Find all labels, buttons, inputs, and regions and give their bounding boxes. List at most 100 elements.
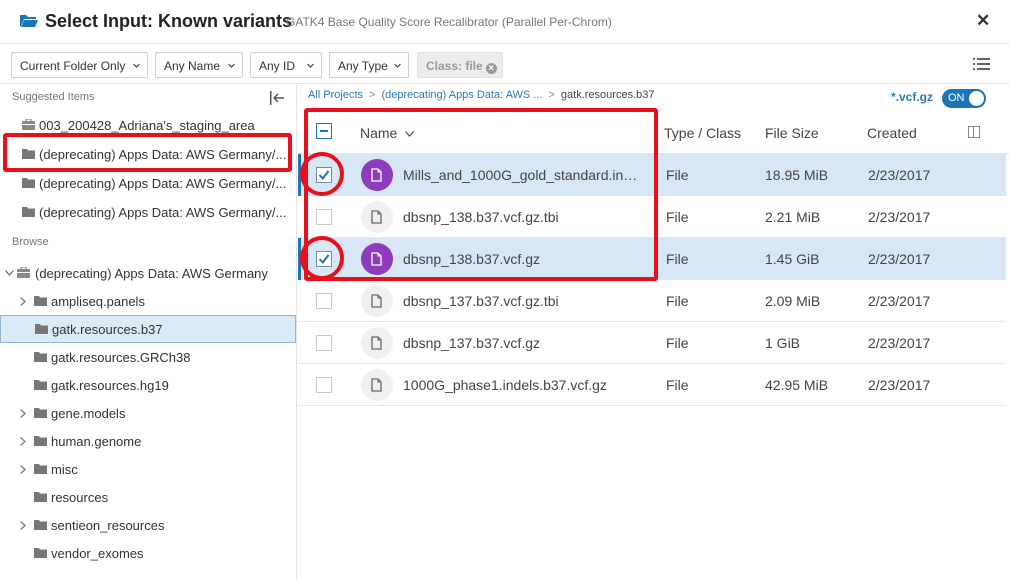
file-size: 1.45 GiB: [765, 251, 820, 267]
clear-filter-icon[interactable]: ×: [485, 63, 497, 74]
table-row[interactable]: dbsnp_138.b37.vcf.gz File 1.45 GiB 2/23/201…: [298, 238, 1006, 280]
file-size: 2.21 MiB: [765, 209, 821, 225]
folder-tree-item[interactable]: gatk.resources.GRCh38: [0, 344, 296, 372]
file-icon: [361, 243, 393, 275]
suggested-item[interactable]: (deprecating) Apps Data: AWS Germany/...: [0, 199, 296, 227]
column-created[interactable]: Created: [867, 125, 917, 141]
column-type[interactable]: Type / Class: [664, 125, 741, 141]
folder-scope-label: Current Folder Only: [20, 59, 126, 73]
name-filter-label: Any Name: [164, 59, 221, 73]
chevron-down-icon: [405, 131, 415, 137]
breadcrumb: All Projects > (deprecating) Apps Data: AW…: [308, 89, 654, 101]
row-checkbox[interactable]: [316, 293, 332, 309]
file-type: File: [666, 251, 689, 267]
folder-tree-item[interactable]: gatk.resources.b37: [0, 315, 296, 343]
chevron-right-icon[interactable]: [20, 409, 26, 418]
chevron-down-icon: [307, 63, 314, 68]
collapse-panel-icon[interactable]: [269, 91, 285, 105]
folder-icon: [22, 178, 35, 188]
suggested-item-label: 003_200428_Adriana's_staging_area: [39, 118, 255, 133]
file-name: Mills_and_1000G_gold_standard.indels.b37…: [403, 167, 638, 183]
suggested-item-label: (deprecating) Apps Data: AWS Germany/...: [39, 147, 287, 162]
dialog-header: Select Input: Known variants GATK4 Base …: [0, 0, 1009, 44]
folder-tree-item[interactable]: resources: [0, 484, 296, 512]
chevron-right-icon[interactable]: [20, 437, 26, 446]
file-type: File: [666, 377, 689, 393]
id-filter-dropdown[interactable]: Any ID: [250, 52, 322, 78]
file-size: 18.95 MiB: [765, 167, 829, 183]
project-label: (deprecating) Apps Data: AWS Germany: [35, 266, 268, 281]
table-row[interactable]: Mills_and_1000G_gold_standard.indels.b37…: [298, 154, 1006, 196]
suggested-item[interactable]: (deprecating) Apps Data: AWS Germany/...: [0, 170, 296, 198]
folder-label: human.genome: [51, 434, 142, 449]
breadcrumb-project[interactable]: (deprecating) Apps Data: AWS ...: [381, 89, 542, 101]
file-name: dbsnp_138.b37.vcf.gz.tbi: [403, 209, 559, 225]
folder-tree-item[interactable]: human.genome: [0, 428, 296, 456]
chevron-right-icon[interactable]: [20, 465, 26, 474]
file-created: 2/23/2017: [868, 377, 931, 393]
column-size[interactable]: File Size: [765, 125, 819, 141]
suffix-filter-label: *.vcf.gz: [891, 90, 934, 104]
file-name: 1000G_phase1.indels.b37.vcf.gz: [403, 377, 607, 393]
breadcrumb-separator: >: [369, 89, 376, 101]
folder-icon: [34, 380, 47, 390]
file-created: 2/23/2017: [868, 251, 931, 267]
row-checkbox[interactable]: [316, 251, 332, 267]
folder-tree-item[interactable]: ampliseq.panels: [0, 288, 296, 316]
folder-scope-dropdown[interactable]: Current Folder Only: [11, 52, 148, 78]
breadcrumb-all-projects[interactable]: All Projects: [308, 89, 363, 101]
folder-tree-item[interactable]: gatk.resources.hg19: [0, 372, 296, 400]
table-row[interactable]: dbsnp_137.b37.vcf.gz.tbi File 2.09 MiB 2/23…: [298, 280, 1006, 322]
column-settings-icon[interactable]: [968, 126, 980, 138]
row-checkbox[interactable]: [316, 167, 332, 183]
close-icon[interactable]: ✕: [976, 12, 990, 30]
suggested-item[interactable]: 003_200428_Adriana's_staging_area: [0, 112, 296, 140]
file-type: File: [666, 335, 689, 351]
folder-icon: [34, 492, 47, 502]
file-type: File: [666, 167, 689, 183]
chevron-down-icon: [394, 63, 401, 68]
suggested-item[interactable]: (deprecating) Apps Data: AWS Germany/...: [0, 141, 296, 169]
breadcrumb-separator: >: [548, 89, 555, 101]
folder-tree-item[interactable]: vendor_exomes: [0, 540, 296, 568]
class-filter-chip[interactable]: Class: file ×: [417, 52, 503, 78]
table-header: Name Type / Class File Size Created: [298, 112, 1009, 154]
type-filter-label: Any Type: [338, 59, 388, 73]
column-name[interactable]: Name: [360, 125, 415, 141]
folder-tree-item[interactable]: misc: [0, 456, 296, 484]
folder-tree-item[interactable]: gene.models: [0, 400, 296, 428]
folder-icon: [22, 207, 35, 217]
folder-open-icon: [20, 15, 38, 27]
folder-tree-item[interactable]: sentieon_resources: [0, 512, 296, 540]
folder-icon: [34, 296, 47, 306]
folder-label: ampliseq.panels: [51, 294, 145, 309]
left-panel: Suggested Items 003_200428_Adriana's_sta…: [0, 85, 297, 580]
chevron-down-icon[interactable]: [5, 270, 14, 276]
file-icon: [361, 159, 393, 191]
table-row[interactable]: 1000G_phase1.indels.b37.vcf.gz File 42.95 …: [298, 364, 1006, 406]
file-created: 2/23/2017: [868, 293, 931, 309]
row-checkbox[interactable]: [316, 335, 332, 351]
name-filter-dropdown[interactable]: Any Name: [155, 52, 243, 78]
chevron-right-icon[interactable]: [20, 521, 26, 530]
row-checkbox[interactable]: [316, 209, 332, 225]
folder-label: gatk.resources.b37: [52, 322, 163, 337]
suggested-item-label: (deprecating) Apps Data: AWS Germany/...: [39, 176, 287, 191]
file-name: dbsnp_137.b37.vcf.gz: [403, 335, 540, 351]
row-checkbox[interactable]: [316, 377, 332, 393]
chevron-right-icon[interactable]: [20, 297, 26, 306]
select-all-checkbox[interactable]: [316, 123, 332, 139]
chevron-down-icon: [133, 63, 140, 68]
list-view-icon[interactable]: [973, 57, 990, 71]
project-tree-root[interactable]: (deprecating) Apps Data: AWS Germany: [0, 260, 296, 288]
dialog-title: Select Input: Known variants: [45, 11, 293, 31]
table-row[interactable]: dbsnp_138.b37.vcf.gz.tbi File 2.21 MiB 2/23…: [298, 196, 1006, 238]
folder-label: resources: [51, 490, 109, 505]
type-filter-dropdown[interactable]: Any Type: [329, 52, 409, 78]
suffix-filter-toggle[interactable]: ON: [942, 89, 986, 108]
checkmark-icon: [318, 254, 330, 265]
checkmark-icon: [318, 170, 330, 181]
folder-label: gatk.resources.GRCh38: [51, 350, 191, 365]
table-row[interactable]: dbsnp_137.b37.vcf.gz File 1 GiB 2/23/2017: [298, 322, 1006, 364]
file-created: 2/23/2017: [868, 209, 931, 225]
